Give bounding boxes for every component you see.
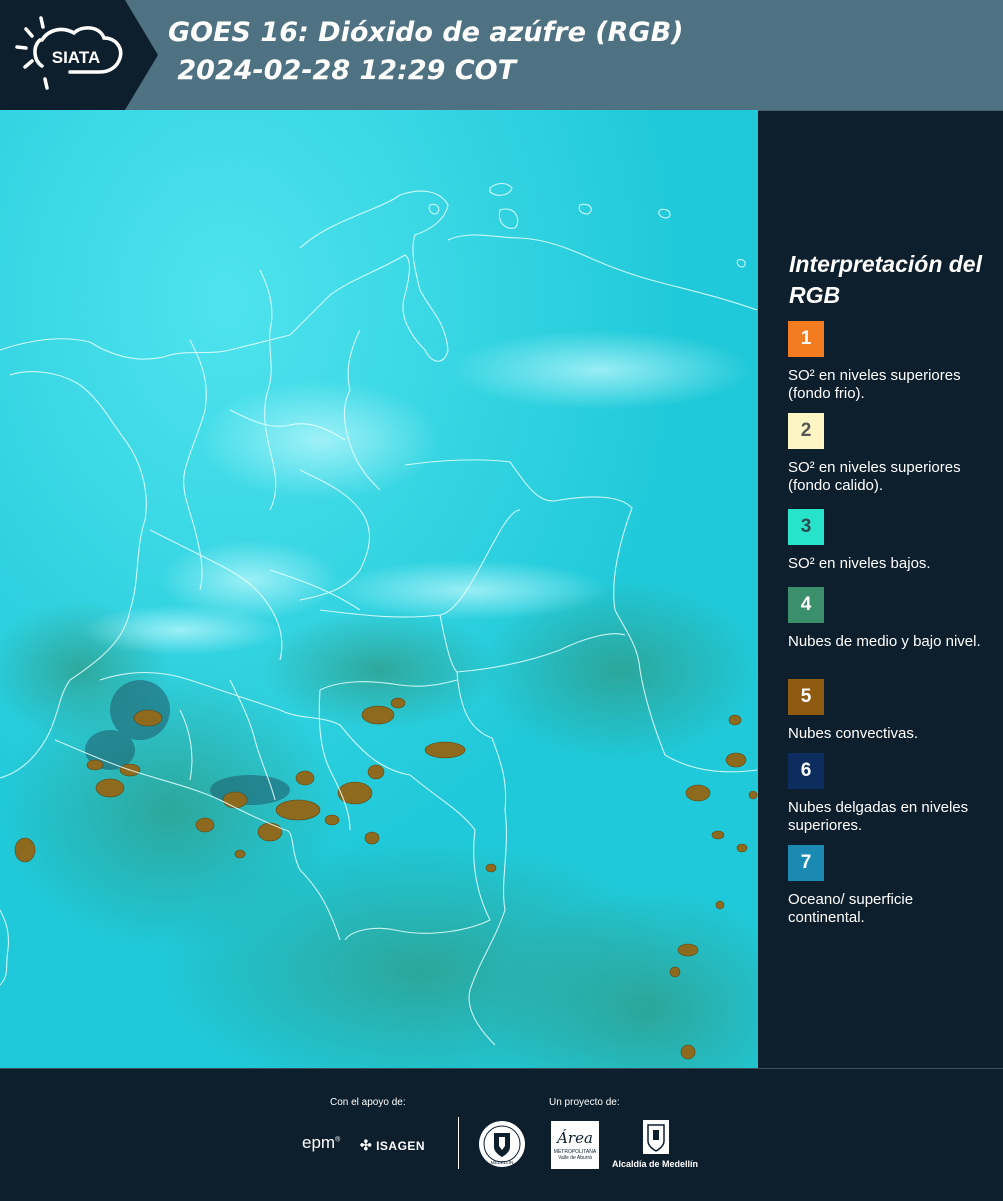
- area-metropolitana-logo: Área METROPOLITANA Valle de Aburrá: [551, 1121, 599, 1169]
- isagen-logo: ✣ ISAGEN: [360, 1137, 425, 1154]
- footer-divider: [458, 1117, 459, 1169]
- legend-item-5: 5 Nubes convectivas.: [788, 679, 993, 743]
- legend-swatch: 6: [788, 753, 824, 789]
- isagen-logo-text: ISAGEN: [376, 1139, 426, 1153]
- legend-label: Oceano/ superficie continental.: [788, 891, 914, 926]
- siata-logo: SIATA: [0, 0, 158, 110]
- medellin-seal-text: MEDELLÍN: [491, 1159, 514, 1165]
- alcaldia-label: Alcaldía de Medellín: [612, 1159, 699, 1169]
- legend-item-6: 6 Nubes delgadas en niveles superiores.: [788, 753, 993, 835]
- legend-label: SO² en niveles bajos.: [788, 555, 931, 572]
- isagen-symbol-icon: ✣: [360, 1137, 373, 1153]
- legend-swatch: 5: [788, 679, 824, 715]
- project-label: Un proyecto de:: [549, 1097, 620, 1108]
- legend-panel: Interpretación del RGB 1 SO² en niveles s…: [758, 110, 1003, 1069]
- area-logo-title: Área: [557, 1129, 593, 1147]
- legend-item-1: 1 SO² en niveles superiores (fondo frio).: [788, 321, 993, 403]
- legend-item-7: 7 Oceano/ superficie continental.: [788, 845, 993, 927]
- legend-label: Nubes convectivas.: [788, 725, 919, 742]
- legend-title: Interpretación del RGB: [789, 251, 982, 308]
- legend-swatch: 3: [788, 509, 824, 545]
- alcaldia-escudo-icon: [643, 1120, 669, 1154]
- satellite-map: [0, 110, 758, 1068]
- title-product: GOES 16: Dióxido de azúfre (RGB): [168, 17, 684, 48]
- legend-label: Nubes delgadas en niveles superiores.: [788, 799, 969, 834]
- legend-swatch: 7: [788, 845, 824, 881]
- footer: Con el apoyo de: Un proyecto de: epm® ✣ …: [0, 1068, 1003, 1201]
- legend-item-2: 2 SO² en niveles superiores (fondo calido…: [788, 413, 993, 495]
- legend-item-4: 4 Nubes de medio y bajo nivel.: [788, 587, 993, 651]
- epm-logo: epm®: [302, 1133, 341, 1152]
- legend-swatch: 4: [788, 587, 824, 623]
- medellin-seal-icon: MEDELLÍN: [479, 1121, 525, 1167]
- epm-logo-text: epm: [302, 1133, 336, 1152]
- legend-label: SO² en niveles superiores (fondo frio).: [788, 367, 961, 402]
- legend-label: SO² en niveles superiores (fondo calido)…: [788, 459, 961, 494]
- legend-label: Nubes de medio y bajo nivel.: [788, 633, 981, 650]
- title-datetime: 2024-02-28 12:29 COT: [168, 55, 517, 86]
- legend-swatch: 1: [788, 321, 824, 357]
- header-bar: SIATA GOES 16: Dióxido de azúfre (RGB) 2…: [0, 0, 1003, 110]
- area-logo-subtitle2: Valle de Aburrá: [558, 1155, 592, 1161]
- legend-swatch: 2: [788, 413, 824, 449]
- support-label: Con el apoyo de:: [330, 1097, 406, 1108]
- legend-item-3: 3 SO² en niveles bajos.: [788, 509, 993, 573]
- siata-logo-text: SIATA: [52, 48, 100, 67]
- page-title: GOES 16: Dióxido de azúfre (RGB) 2024-02…: [168, 14, 684, 90]
